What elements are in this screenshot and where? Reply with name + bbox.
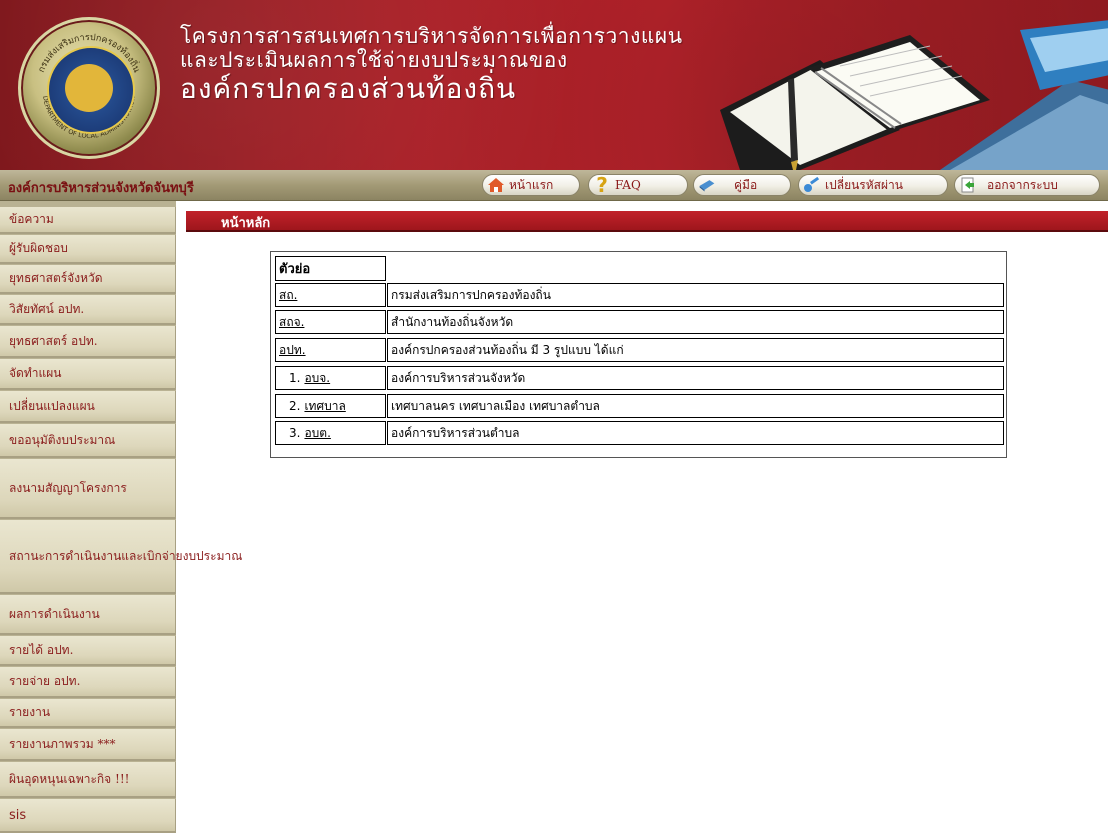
banner-title-line-2: และประเมินผลการใช้จ่ายงบประมาณของ xyxy=(180,48,568,72)
sidebar-item-sis[interactable]: sis xyxy=(0,799,176,833)
home-icon xyxy=(487,176,505,194)
sidebar-item-overview-report[interactable]: รายงานภาพรวม *** xyxy=(0,729,176,761)
question-icon: ? xyxy=(596,173,608,197)
top-nav-bar: องค์การบริหารส่วนจังหวัดจันทบุรี หน้าแรก… xyxy=(0,170,1108,201)
sidebar-item-lao-strategy[interactable]: ยุทธศาสตร์ อปท. xyxy=(0,326,176,358)
sidebar-item-results[interactable]: ผลการดำเนินงาน xyxy=(0,595,176,635)
book-icon xyxy=(698,176,716,194)
header-banner: กรมส่งเสริมการปกครองท้องถิ่น DEPARTMENT … xyxy=(0,0,1108,170)
table-row-desc: กรมส่งเสริมการปกครองท้องถิ่น xyxy=(387,283,1004,307)
banner-title-line-1: โครงการสารสนเทศการบริหารจัดการเพื่อการวา… xyxy=(180,24,683,48)
table-row-abbr: 3. อบต. xyxy=(275,421,386,445)
main-section-header: หน้าหลัก xyxy=(186,211,1108,232)
abbr-link[interactable]: อปท. xyxy=(279,341,306,360)
table-row-desc: เทศบาลนคร เทศบาลเมือง เทศบาลตำบล xyxy=(387,394,1004,418)
manual-button[interactable]: คู่มือ xyxy=(693,174,791,196)
table-row-abbr: อปท. xyxy=(275,338,386,362)
table-row-desc: องค์กรปกครองส่วนท้องถิ่น มี 3 รูปแบบ ได้… xyxy=(387,338,1004,362)
abbr-link[interactable]: สถ. xyxy=(279,286,297,305)
change-password-label: เปลี่ยนรหัสผ่าน xyxy=(825,177,903,192)
abbr-link[interactable]: อบต. xyxy=(304,424,330,443)
sidebar-item-label: เปลี่ยนแปลงแผน xyxy=(9,398,95,413)
key-icon xyxy=(803,176,821,194)
banner-title: โครงการสารสนเทศการบริหารจัดการเพื่อการวา… xyxy=(180,24,683,106)
sidebar-item-label: ผลการดำเนินงาน xyxy=(9,606,100,621)
table-row-abbr: สถ. xyxy=(275,283,386,307)
sidebar-item-label: รายงาน xyxy=(9,705,51,719)
sidebar-item-label: รายได้ อปท. xyxy=(9,642,74,657)
abbr-link[interactable]: สถจ. xyxy=(279,313,304,332)
department-logo: กรมส่งเสริมการปกครองท้องถิ่น DEPARTMENT … xyxy=(18,17,160,159)
sidebar-item-label: ยุทธศาสตร์จังหวัด xyxy=(9,271,103,285)
faq-button-label: FAQ xyxy=(615,178,641,192)
organization-name: องค์การบริหารส่วนจังหวัดจันทบุรี xyxy=(8,181,194,196)
sidebar-item-label: ข้อความ xyxy=(9,212,54,226)
sidebar-item-make-plan[interactable]: จัดทำแผน xyxy=(0,359,176,390)
abbr-link[interactable]: อบจ. xyxy=(304,369,330,388)
sidebar-item-label: ผินอุดหนุนเฉพาะกิจ !!! xyxy=(9,771,130,786)
main-section-title: หน้าหลัก xyxy=(221,216,271,231)
sidebar-item-responsible[interactable]: ผู้รับผิดชอบ xyxy=(0,235,176,264)
sidebar-item-label: ยุทธศาสตร์ อปท. xyxy=(9,333,98,348)
logout-label: ออกจากระบบ xyxy=(987,177,1058,192)
abbreviations-table: ตัวย่อ สถ. กรมส่งเสริมการปกครองท้องถิ่น … xyxy=(270,251,1007,458)
sidebar-item-budget-approval[interactable]: ขออนุมัติงบประมาณ xyxy=(0,424,176,458)
sidebar-item-label: sis xyxy=(9,807,27,823)
sidebar-item-label: ลงนามสัญญาโครงการ xyxy=(9,480,127,495)
table-row-desc: องค์การบริหารส่วนตำบล xyxy=(387,421,1004,445)
table-row-desc: องค์การบริหารส่วนจังหวัด xyxy=(387,366,1004,390)
sidebar-item-income[interactable]: รายได้ อปท. xyxy=(0,636,176,666)
notebook-illustration xyxy=(720,20,1108,170)
sidebar-item-province-strategy[interactable]: ยุทธศาสตร์จังหวัด xyxy=(0,265,176,294)
sidebar-item-reports[interactable]: รายงาน xyxy=(0,699,176,728)
table-row-desc: สำนักงานท้องถิ่นจังหวัด xyxy=(387,310,1004,334)
table-row-abbr: 2. เทศบาล xyxy=(275,394,386,418)
sidebar-item-vision[interactable]: วิสัยทัศน์ อปท. xyxy=(0,295,176,325)
table-row-abbr: 1. อบจ. xyxy=(275,366,386,390)
sidebar-item-expenses[interactable]: รายจ่าย อปท. xyxy=(0,667,176,698)
sidebar-item-label: ผู้รับผิดชอบ xyxy=(9,241,68,255)
home-button[interactable]: หน้าแรก xyxy=(482,174,580,196)
row-number: 2. xyxy=(289,399,301,413)
abbr-link[interactable]: เทศบาล xyxy=(304,397,345,416)
sidebar-item-label: รายจ่าย อปท. xyxy=(9,674,81,688)
sidebar-item-label: จัดทำแผน xyxy=(9,366,62,380)
faq-button[interactable]: ? FAQ xyxy=(588,173,688,197)
change-password-button[interactable]: เปลี่ยนรหัสผ่าน xyxy=(798,174,948,196)
sidebar-item-operation-status[interactable]: สถานะการดำเนินงานและเบิกจ่ายงบประมาณ xyxy=(0,520,242,594)
row-number: 3. xyxy=(289,426,301,440)
sidebar-item-label: รายงานภาพรวม *** xyxy=(9,736,116,751)
home-button-label: หน้าแรก xyxy=(509,177,554,192)
sidebar-menu: ข้อความ ผู้รับผิดชอบ ยุทธศาสตร์จังหวัด ว… xyxy=(0,201,242,833)
logout-button[interactable]: ออกจากระบบ xyxy=(954,174,1100,196)
logout-icon xyxy=(959,176,977,194)
sidebar-item-special-grants[interactable]: ผินอุดหนุนเฉพาะกิจ !!! xyxy=(0,762,176,798)
table-row-abbr: สถจ. xyxy=(275,310,386,334)
row-number: 1. xyxy=(289,371,301,385)
sidebar-item-change-plan[interactable]: เปลี่ยนแปลงแผน xyxy=(0,391,176,423)
sidebar-item-messages[interactable]: ข้อความ xyxy=(0,207,176,234)
sidebar-item-label: ขออนุมัติงบประมาณ xyxy=(9,432,116,447)
sidebar-item-label: สถานะการดำเนินงานและเบิกจ่ายงบประมาณ xyxy=(9,548,243,563)
banner-title-line-3: องค์กรปกครองส่วนท้องถิ่น xyxy=(180,72,517,105)
table-header: ตัวย่อ xyxy=(275,256,386,281)
sidebar-item-label: วิสัยทัศน์ อปท. xyxy=(9,301,85,316)
logo-emblem xyxy=(65,64,113,112)
sidebar-item-sign-contract[interactable]: ลงนามสัญญาโครงการ xyxy=(0,459,176,519)
manual-button-label: คู่มือ xyxy=(734,177,758,192)
